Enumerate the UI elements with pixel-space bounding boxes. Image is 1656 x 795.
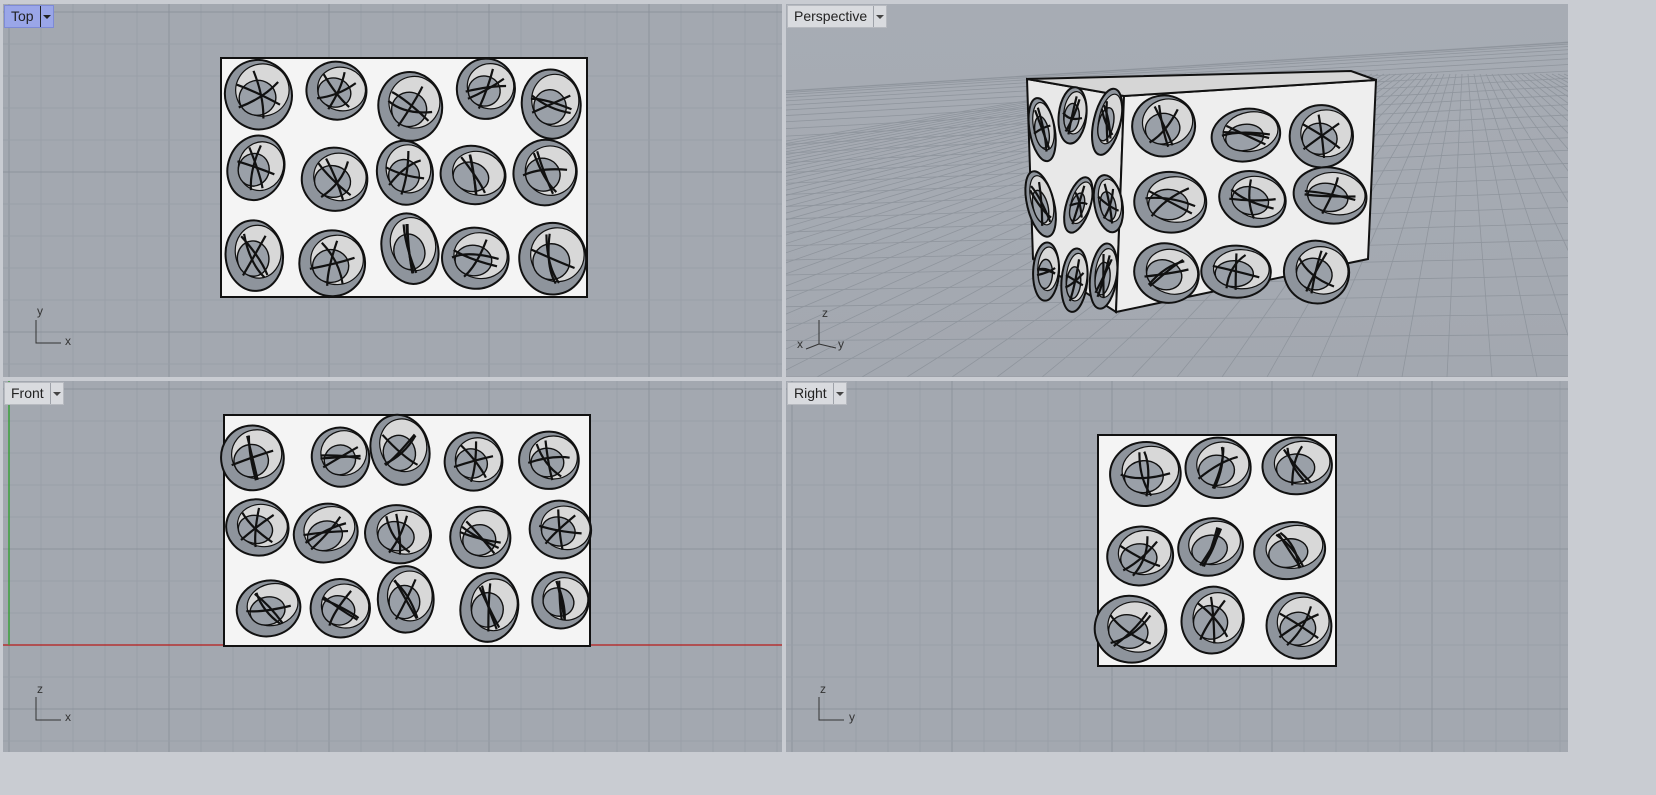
lattice-cell: [1288, 104, 1354, 169]
viewport-title: Perspective: [794, 8, 868, 24]
voronoi-box-front: [220, 413, 593, 647]
axis-label-x: x: [65, 334, 71, 348]
viewport-perspective[interactable]: Perspective z x y: [786, 4, 1568, 377]
viewport-tab-right[interactable]: Right: [787, 382, 847, 405]
viewport-front[interactable]: Front z x: [3, 381, 782, 752]
viewport-canvas[interactable]: [786, 4, 1568, 377]
voronoi-box-top: [220, 57, 588, 298]
viewport-tab-top[interactable]: Top: [4, 5, 54, 28]
lattice-cell: [376, 565, 435, 634]
axis-label-y: y: [37, 304, 43, 318]
viewport-canvas[interactable]: [3, 4, 782, 377]
axis-label-x: x: [797, 337, 803, 351]
lattice-cell: [1200, 244, 1272, 299]
chevron-down-icon[interactable]: [49, 383, 63, 404]
axis-label-y: y: [849, 710, 855, 724]
viewport-top[interactable]: Top y x: [3, 4, 782, 377]
voronoi-box-right: [1093, 434, 1337, 667]
axis-label-y: y: [838, 337, 844, 351]
viewport-tab-perspective[interactable]: Perspective: [787, 5, 888, 28]
viewport-canvas[interactable]: [3, 381, 782, 752]
axis-label-x: x: [65, 710, 71, 724]
viewport-title: Top: [11, 8, 34, 24]
viewport-canvas[interactable]: [786, 381, 1568, 752]
lattice-cell: [518, 430, 580, 490]
lattice-cell: [298, 229, 367, 298]
viewport-tab-front[interactable]: Front: [4, 382, 64, 405]
lattice-cell: [1184, 436, 1252, 500]
voronoi-box-perspective: [1024, 69, 1378, 314]
chevron-down-icon[interactable]: [39, 6, 53, 27]
axis-label-z: z: [37, 682, 43, 696]
axis-label-z: z: [822, 306, 828, 320]
axis-label-z: z: [820, 682, 826, 696]
viewport-title: Right: [794, 385, 827, 401]
chevron-down-icon[interactable]: [873, 6, 886, 27]
chevron-down-icon[interactable]: [832, 383, 846, 404]
viewport-title: Front: [11, 385, 44, 401]
viewport-right[interactable]: Right z y: [786, 381, 1568, 752]
